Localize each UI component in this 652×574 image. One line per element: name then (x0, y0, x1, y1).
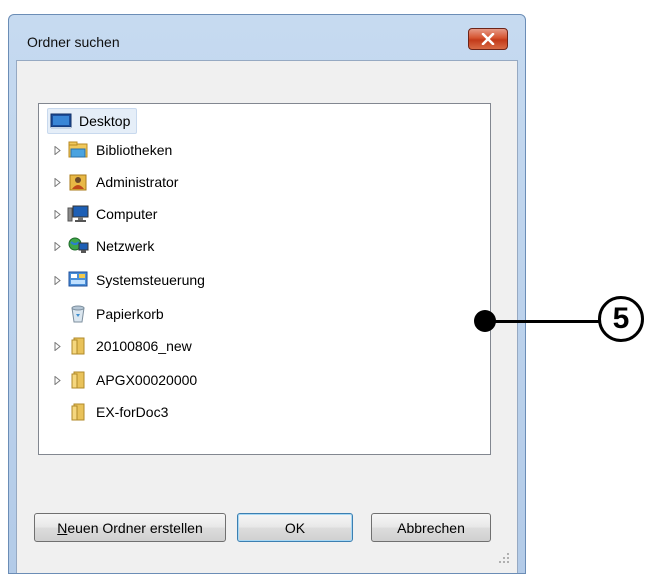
expand-arrow-icon[interactable] (53, 276, 62, 285)
tree-item-label: Computer (96, 206, 158, 222)
tree-item-20100806-new[interactable]: 20100806_new (53, 334, 192, 358)
expand-arrow-icon[interactable] (53, 342, 62, 351)
cancel-label: Abbrechen (397, 519, 465, 536)
callout-number: 5 (598, 296, 644, 342)
recycle-bin-icon (71, 305, 85, 323)
folder-icon (71, 371, 85, 389)
tree-item-administrator[interactable]: Administrator (53, 170, 178, 194)
folder-tree[interactable]: Desktop Bibliotheken Administrator Compu… (38, 103, 491, 455)
tree-item-label: Administrator (96, 174, 179, 190)
tree-item-ex-fordoc3[interactable]: EX-forDoc3 (67, 400, 168, 424)
tree-item-label: EX-forDoc3 (96, 404, 169, 420)
control-panel-icon (68, 271, 88, 287)
tree-item-apgx00020000[interactable]: APGX00020000 (53, 368, 197, 392)
tree-item-label: Desktop (79, 113, 131, 129)
computer-icon (67, 205, 89, 222)
tree-item-computer[interactable]: Computer (53, 202, 157, 226)
tree-item-bibliotheken[interactable]: Bibliotheken (53, 138, 172, 162)
tree-item-netzwerk[interactable]: Netzwerk (53, 234, 154, 258)
tree-item-label: Bibliotheken (96, 142, 173, 158)
expand-arrow-icon[interactable] (53, 178, 62, 187)
dialog-title: Ordner suchen (27, 34, 120, 50)
tree-item-label: Netzwerk (96, 238, 155, 254)
new-folder-button[interactable]: Neuen Ordner erstellen (34, 513, 226, 542)
tree-item-desktop[interactable]: Desktop (47, 108, 138, 134)
close-button[interactable] (468, 28, 508, 50)
expand-arrow-icon[interactable] (53, 242, 62, 251)
desktop-icon (50, 113, 72, 129)
tree-item-papierkorb[interactable]: Papierkorb (67, 302, 164, 326)
expand-arrow-icon[interactable] (53, 210, 62, 219)
ok-button[interactable]: OK (237, 513, 353, 542)
expand-arrow-icon[interactable] (53, 376, 62, 385)
callout-line (484, 320, 604, 323)
tree-item-systemsteuerung[interactable]: Systemsteuerung (53, 268, 205, 292)
title-bar[interactable]: Ordner suchen (9, 15, 525, 55)
folder-icon (71, 403, 85, 421)
resize-grip-icon[interactable] (498, 552, 510, 564)
close-x-icon (481, 33, 495, 45)
tree-item-label: Systemsteuerung (96, 272, 205, 288)
tree-item-label: Papierkorb (96, 306, 164, 322)
network-icon (68, 237, 89, 253)
ok-label: OK (284, 519, 306, 536)
folder-icon (71, 337, 85, 355)
expand-arrow-icon[interactable] (53, 146, 62, 155)
user-folder-icon (69, 174, 87, 191)
tree-item-label: APGX00020000 (96, 372, 198, 388)
tree-item-label: 20100806_new (96, 338, 192, 354)
new-folder-label: euen Ordner erstellen (67, 519, 203, 536)
accesskey-letter: N (57, 519, 68, 536)
cancel-button[interactable]: Abbrechen (371, 513, 491, 542)
libraries-icon (68, 141, 88, 158)
